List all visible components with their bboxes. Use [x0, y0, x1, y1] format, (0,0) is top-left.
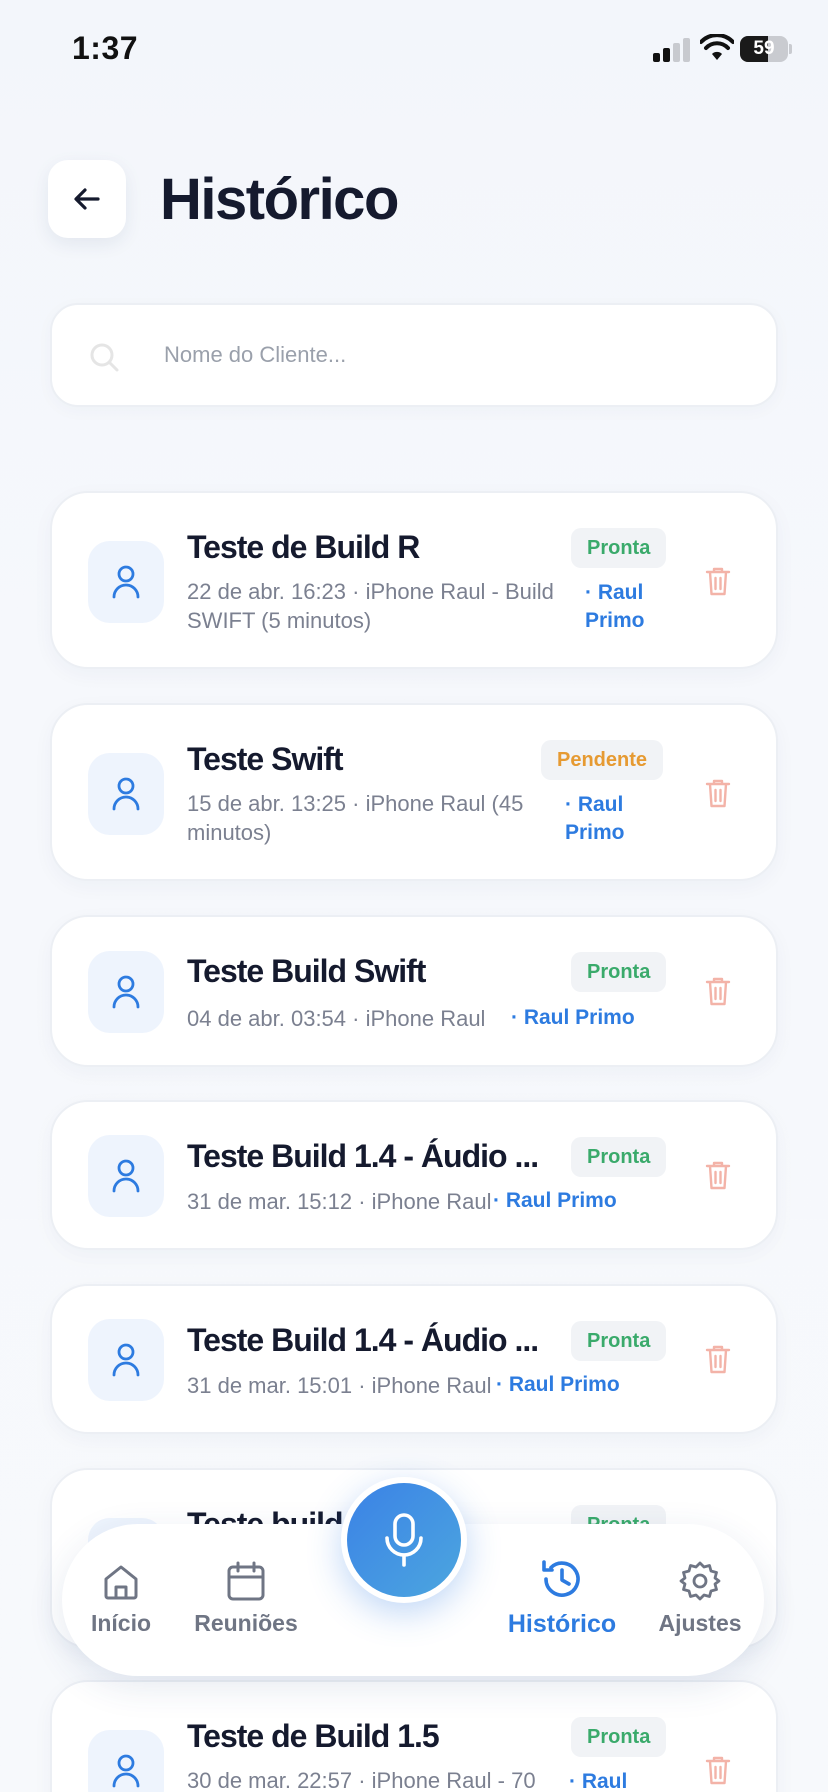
nav-label: Reuniões	[194, 1610, 298, 1636]
avatar	[88, 951, 164, 1033]
card-user: · Raul Primo	[496, 1373, 620, 1396]
user-icon	[112, 975, 140, 1009]
card-user: · Raul Primo	[585, 581, 645, 632]
trash-icon[interactable]	[704, 1754, 732, 1786]
card-user: · Raul Primo	[565, 793, 625, 844]
history-card[interactable]: Teste Swift 15 de abr. 13:25 · iPhone Ra…	[50, 703, 778, 881]
page-title: Histórico	[160, 167, 399, 232]
history-icon	[542, 1560, 580, 1597]
history-card[interactable]: Teste de Build R 22 de abr. 16:23 · iPho…	[50, 491, 778, 669]
user-icon	[112, 1343, 140, 1377]
nav-item-inicio[interactable]: Início	[78, 1524, 164, 1676]
card-title: Teste Build 1.4 - Áudio ...	[187, 1138, 539, 1174]
card-meta: 31 de mar. 15:12 · iPhone Raul	[187, 1189, 492, 1214]
card-title: Teste Build Swift	[187, 953, 426, 989]
gear-icon	[679, 1561, 721, 1601]
avatar	[88, 1730, 164, 1792]
history-card[interactable]: Teste Build 1.4 - Áudio ... 31 de mar. 1…	[50, 1100, 778, 1250]
status-badge: Pronta	[571, 952, 667, 992]
avatar	[88, 1135, 164, 1217]
status-badge: Pendente	[541, 740, 664, 780]
microphone-icon	[385, 1513, 423, 1567]
battery-icon: 59	[740, 36, 792, 62]
status-bar: 1:37 59	[0, 0, 828, 100]
record-button[interactable]	[341, 1477, 467, 1603]
search-icon	[90, 343, 119, 372]
user-icon	[112, 1754, 140, 1788]
status-badge: Pronta	[571, 528, 667, 568]
card-meta: 22 de abr. 16:23 · iPhone Raul - Build S…	[187, 579, 554, 633]
trash-icon[interactable]	[704, 1343, 732, 1375]
nav-label: Início	[90, 1610, 152, 1636]
card-title: Teste de Build 1.5	[187, 1718, 440, 1754]
card-meta: 04 de abr. 03:54 · iPhone Raul	[187, 1006, 486, 1031]
card-user: · Raul Primo	[511, 1006, 635, 1029]
cellular-signal-icon	[653, 38, 690, 62]
history-card[interactable]: Teste Build Swift 04 de abr. 03:54 · iPh…	[50, 915, 778, 1067]
search-input[interactable]	[164, 335, 724, 375]
card-user: · Raul	[569, 1770, 628, 1792]
trash-icon[interactable]	[704, 975, 732, 1007]
card-title: Teste de Build R	[187, 529, 420, 565]
trash-icon[interactable]	[704, 565, 732, 597]
card-meta: 30 de mar. 22:57 · iPhone Raul - 70	[187, 1768, 536, 1792]
trash-icon[interactable]	[704, 1159, 732, 1191]
nav-item-ajustes[interactable]: Ajustes	[652, 1524, 748, 1676]
nav-item-reunioes[interactable]: Reuniões	[186, 1524, 306, 1676]
battery-percentage: 59	[753, 38, 775, 59]
avatar	[88, 753, 164, 835]
arrow-left-icon	[74, 188, 100, 210]
history-card[interactable]: Teste de Build 1.5 30 de mar. 22:57 · iP…	[50, 1680, 778, 1792]
card-meta: 15 de abr. 13:25 · iPhone Raul (45 minut…	[187, 791, 524, 845]
trash-icon[interactable]	[704, 777, 732, 809]
home-icon	[104, 1565, 138, 1600]
back-button[interactable]	[48, 160, 126, 238]
card-meta: 31 de mar. 15:01 · iPhone Raul	[187, 1373, 492, 1398]
nav-item-historico[interactable]: Histórico	[502, 1524, 622, 1676]
user-icon	[112, 1159, 140, 1193]
status-badge: Pronta	[571, 1137, 667, 1177]
history-card[interactable]: Teste Build 1.4 - Áudio ... 31 de mar. 1…	[50, 1284, 778, 1434]
user-icon	[112, 565, 140, 599]
card-title: Teste Swift	[187, 741, 344, 777]
user-icon	[112, 777, 140, 811]
status-time: 1:37	[72, 30, 139, 66]
card-title: Teste Build 1.4 - Áudio ...	[187, 1322, 539, 1358]
status-badge: Pronta	[571, 1321, 667, 1361]
card-user: · Raul Primo	[493, 1189, 617, 1212]
avatar	[88, 1319, 164, 1401]
avatar	[88, 541, 164, 623]
calendar-icon	[227, 1561, 265, 1601]
nav-label: Histórico	[507, 1610, 617, 1638]
search-box[interactable]	[50, 303, 778, 407]
status-badge: Pronta	[571, 1717, 667, 1757]
wifi-icon	[700, 34, 734, 60]
nav-label: Ajustes	[658, 1610, 742, 1636]
